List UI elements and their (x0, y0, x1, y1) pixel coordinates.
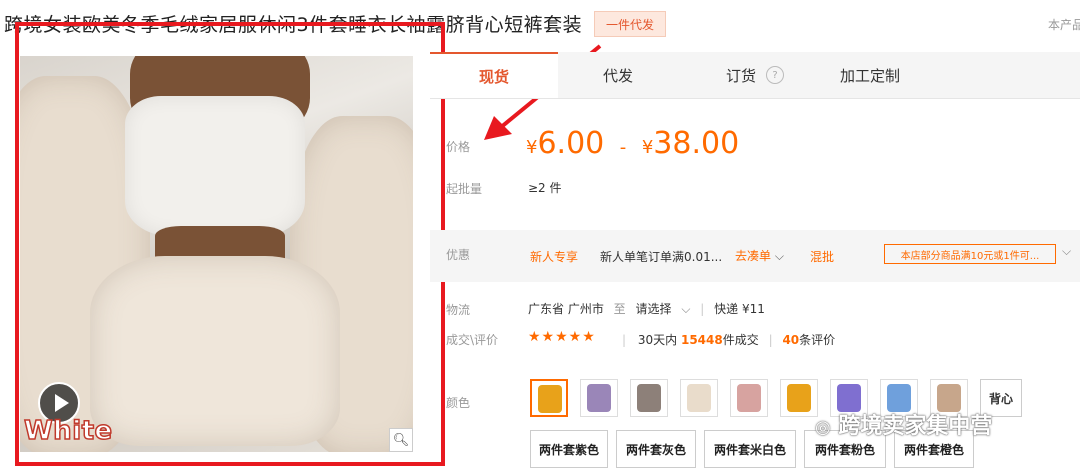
mixed-batch-link[interactable]: 混批 (810, 248, 834, 265)
swatch-thumbnail (587, 384, 611, 412)
swatch-thumbnail (787, 384, 811, 412)
add-items-label: 去凑单 (735, 249, 772, 263)
dropship-badge: 一件代发 (594, 11, 666, 37)
express-fee: 快递 ¥11 (714, 302, 765, 316)
color-swatch[interactable] (530, 379, 568, 417)
deals-stats: | 30天内 15448件成交 | 40条评价 (622, 331, 835, 348)
price-label: 价格 (446, 140, 471, 154)
review-count[interactable]: 40 (782, 333, 799, 347)
origin-text: 广东省 广州市 (528, 302, 604, 316)
tab-in-stock[interactable]: 现货 (430, 52, 558, 98)
price-range: ¥6.00 - ¥38.00 (526, 126, 739, 161)
tab-custom[interactable]: 加工定制 (820, 52, 920, 98)
logistics-label: 物流 (446, 303, 471, 317)
chevron-down-icon-3[interactable]: ⌵ (681, 302, 690, 316)
swatch-thumbnail (687, 384, 711, 412)
magnifier-icon[interactable]: 🔍︎ (389, 428, 413, 452)
wechat-watermark: ◎ 跨境卖家集中营 (815, 408, 992, 440)
color-swatch[interactable] (730, 379, 768, 417)
tab-dropship[interactable]: 代发 (558, 52, 678, 98)
swatch-thumbnail (538, 385, 562, 413)
store-coupon[interactable]: 本店部分商品满10元或1件可... (884, 244, 1056, 264)
swatch-thumbnail (737, 384, 761, 412)
price-low: 6.00 (537, 126, 605, 161)
divider-3: | (768, 333, 773, 347)
chevron-down-icon: ⌵ (774, 249, 784, 263)
swatch-thumbnail (637, 384, 661, 412)
color-option-button[interactable]: 两件套米白色 (704, 430, 796, 468)
watermark-text: 跨境卖家集中营 (838, 414, 993, 439)
destination-select[interactable]: 请选择 (636, 302, 672, 316)
moq-label: 起批量 (446, 182, 483, 196)
rating-stars: ★★★★★ (528, 329, 596, 345)
tab-preorder-label: 订货 (725, 66, 756, 85)
price-separator: - (619, 137, 627, 158)
price-high: 38.00 (653, 126, 740, 161)
color-swatch[interactable] (580, 379, 618, 417)
divider: | (700, 302, 705, 316)
logistics-row: 广东省 广州市 至 请选择 ⌵ | 快递 ¥11 (528, 300, 765, 317)
help-icon[interactable]: ? (766, 66, 784, 84)
divider-2: | (622, 333, 627, 347)
color-option-button[interactable]: 两件套灰色 (616, 430, 696, 468)
review-suffix: 条评价 (799, 333, 836, 347)
currency-symbol-2: ¥ (641, 137, 654, 158)
deals-label: 成交\评价 (446, 333, 499, 347)
moq-value: ≥2 件 (528, 181, 562, 195)
color-label: 颜色 (446, 396, 471, 410)
product-note: 本产品 (1048, 18, 1080, 32)
color-option-button[interactable]: 两件套紫色 (530, 430, 608, 468)
new-user-tag: 新人专享 (530, 250, 579, 264)
color-swatch[interactable] (630, 379, 668, 417)
color-watermark: White (23, 415, 113, 447)
color-swatch[interactable] (780, 379, 818, 417)
promo-label: 优惠 (446, 248, 471, 262)
chevron-down-icon-2[interactable]: ⌵ (1062, 244, 1071, 259)
color-swatch[interactable] (680, 379, 718, 417)
to-text: 至 (613, 302, 626, 316)
promo-description: 新人单笔订单满0.01... (600, 250, 723, 264)
add-items-link[interactable]: 去凑单 ⌵ (735, 247, 784, 264)
currency-symbol: ¥ (526, 137, 538, 158)
tab-preorder[interactable]: 订货 ? (700, 52, 810, 98)
deals-prefix: 30天内 (637, 333, 678, 347)
deals-suffix: 件成交 (722, 333, 759, 347)
wechat-icon: ◎ (815, 417, 831, 438)
deals-count: 15448 (680, 333, 723, 347)
